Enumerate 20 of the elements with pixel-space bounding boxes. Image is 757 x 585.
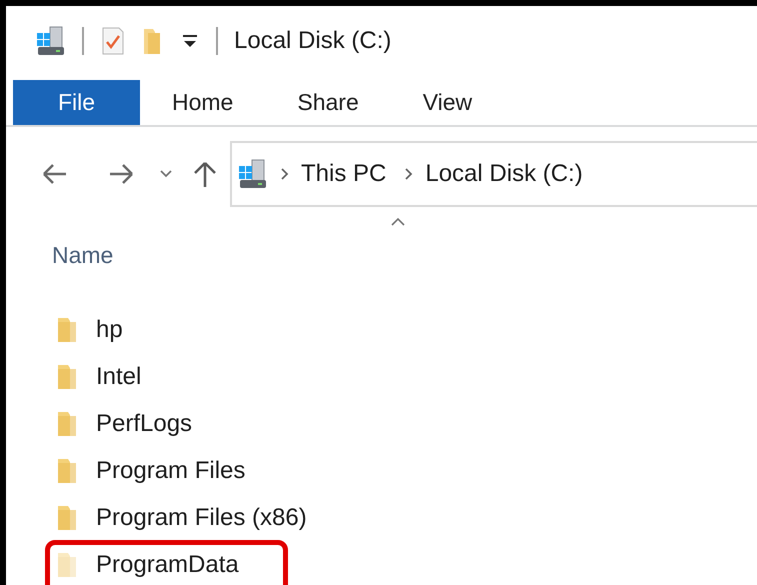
ribbon-tab[interactable]: Home (140, 80, 266, 125)
ribbon-tab[interactable]: View (390, 80, 504, 125)
ribbon-tab[interactable]: Share (265, 80, 391, 125)
file-menu-button[interactable]: File (13, 80, 140, 125)
window-title: Local Disk (C:) (234, 26, 392, 56)
properties-icon (100, 26, 126, 56)
file-name[interactable]: PerfLogs (96, 406, 192, 442)
file-name[interactable]: Intel (96, 358, 142, 394)
column-header[interactable]: Name (52, 238, 114, 272)
address-bar[interactable]: This PC Local Disk (C:) (230, 141, 757, 207)
chevron-icon (404, 168, 414, 180)
breadcrumb[interactable]: This PC (295, 156, 392, 192)
breadcrumb[interactable]: Local Disk (C:) (419, 156, 589, 192)
drive-icon (238, 158, 268, 190)
chevron-icon (280, 168, 289, 180)
file-name[interactable]: Program Files (96, 452, 246, 488)
drive-icon (36, 25, 66, 57)
file-name[interactable]: Program Files (x86) (96, 500, 307, 536)
file-name[interactable]: hp (96, 312, 123, 348)
file-name[interactable]: ProgramData (96, 546, 239, 582)
